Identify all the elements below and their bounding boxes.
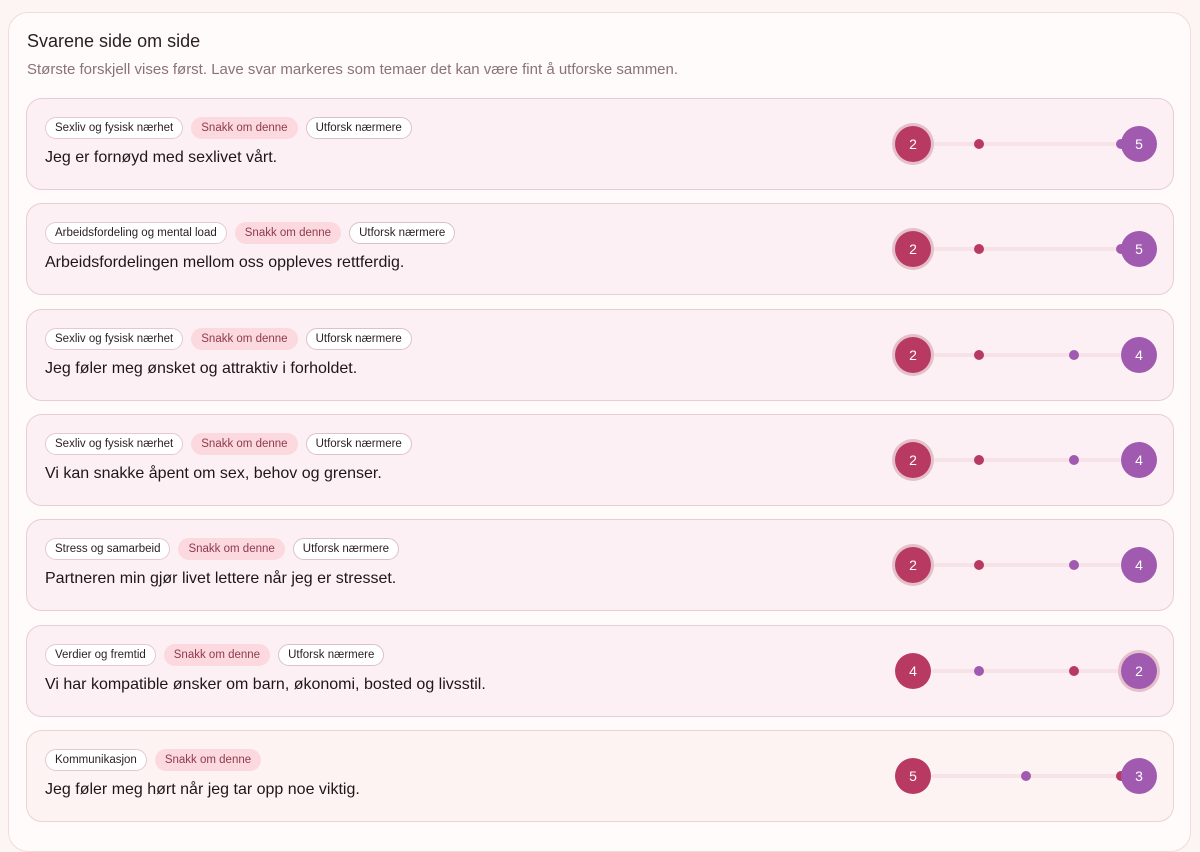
statement-text: Vi har kompatible ønsker om barn, økonom… (45, 675, 486, 693)
tag-row: Kommunikasjon Snakk om denne (45, 748, 262, 771)
partner-b-marker (1021, 770, 1031, 781)
statement-text: Vi kan snakke åpent om sex, behov og gre… (45, 464, 382, 482)
partner-a-marker (973, 349, 984, 360)
page-title: Svarene side om side (27, 31, 201, 51)
partner-a-score: 2 (895, 126, 931, 162)
statement-text: Jeg føler meg hørt når jeg tar opp noe v… (45, 780, 360, 798)
partner-a-score: 2 (895, 547, 931, 584)
answer-scale: 24 (895, 336, 1157, 373)
partner-a-marker (973, 454, 984, 465)
category-tag: Sexliv og fysisk nærhet (45, 327, 184, 350)
scale-track (931, 352, 1121, 357)
category-tag: Kommunikasjon (45, 748, 147, 771)
explore-more-button[interactable]: Utforsk nærmere (305, 432, 412, 455)
category-tag: Arbeidsfordeling og mental load (45, 222, 227, 245)
category-tag: Sexliv og fysisk nærhet (45, 432, 184, 455)
partner-a-score: 2 (895, 336, 931, 373)
partner-a-marker (1068, 665, 1079, 676)
partner-b-score: 2 (1121, 652, 1157, 689)
scale-track (931, 457, 1121, 462)
answer-scale: 25 (895, 126, 1157, 162)
talk-about-tag: Snakk om denne (191, 327, 298, 350)
partner-b-score: 5 (1121, 231, 1157, 268)
partner-b-marker (1068, 454, 1079, 465)
category-tag: Sexliv og fysisk nærhet (45, 117, 184, 139)
scale-track (931, 142, 1121, 146)
talk-about-tag: Snakk om denne (191, 117, 298, 139)
partner-b-score: 5 (1121, 126, 1157, 162)
tag-row: Sexliv og fysisk nærhet Snakk om denne Utf… (45, 432, 412, 455)
tag-row: Arbeidsfordeling og mental load Snakk om … (45, 222, 456, 245)
answer-card: Stress og samarbeid Snakk om denne Utforsk… (26, 519, 1174, 612)
tag-row: Sexliv og fysisk nærhet Snakk om denne Utf… (45, 117, 412, 139)
answer-card: Arbeidsfordeling og mental load Snakk om … (26, 203, 1174, 296)
answer-card: Sexliv og fysisk nærhet Snakk om denne Utf… (26, 413, 1174, 506)
comparison-panel: Svarene side om side Største forskjell v… (8, 12, 1191, 852)
talk-about-tag: Snakk om denne (191, 432, 298, 455)
partner-b-score: 4 (1121, 441, 1157, 478)
answer-scale: 53 (895, 757, 1157, 794)
talk-about-tag: Snakk om denne (154, 748, 262, 771)
answer-card: Verdier og fremtid Snakk om denne Utforsk … (26, 624, 1174, 717)
partner-a-score: 4 (895, 652, 931, 689)
answer-card: Kommunikasjon Snakk om denne Jeg føler meg… (26, 729, 1174, 822)
partner-b-marker (1068, 560, 1079, 571)
answer-card: Sexliv og fysisk nærhet Snakk om denne Utf… (26, 98, 1174, 190)
talk-about-tag: Snakk om denne (178, 538, 285, 561)
category-tag: Stress og samarbeid (45, 538, 171, 561)
answer-scale: 25 (895, 231, 1157, 268)
explore-more-button[interactable]: Utforsk nærmere (278, 643, 385, 666)
partner-b-score: 4 (1121, 547, 1157, 584)
partner-a-marker (973, 244, 984, 255)
partner-b-score: 3 (1121, 757, 1157, 794)
explore-more-button[interactable]: Utforsk nærmere (305, 327, 412, 350)
partner-b-score: 4 (1121, 336, 1157, 373)
partner-b-marker (1068, 349, 1079, 360)
answer-scale: 24 (895, 441, 1157, 478)
page-subtitle: Største forskjell vises først. Lave svar… (27, 61, 679, 78)
statement-text: Arbeidsfordelingen mellom oss oppleves r… (45, 254, 405, 272)
scale-track (931, 247, 1121, 252)
statement-text: Jeg føler meg ønsket og attraktiv i forh… (45, 359, 358, 377)
explore-more-button[interactable]: Utforsk nærmere (305, 117, 412, 139)
partner-a-score: 5 (895, 757, 931, 794)
scale-track (931, 668, 1121, 673)
explore-more-button[interactable]: Utforsk nærmere (292, 538, 400, 561)
category-tag: Verdier og fremtid (45, 643, 156, 666)
tag-row: Verdier og fremtid Snakk om denne Utforsk … (45, 643, 385, 666)
explore-more-button[interactable]: Utforsk nærmere (349, 222, 456, 245)
tag-row: Stress og samarbeid Snakk om denne Utforsk… (45, 538, 400, 561)
talk-about-tag: Snakk om denne (163, 643, 271, 666)
partner-a-score: 2 (895, 231, 931, 268)
tag-row: Sexliv og fysisk nærhet Snakk om denne Utf… (45, 327, 412, 350)
answer-scale: 42 (895, 652, 1157, 689)
scale-track (931, 563, 1121, 568)
partner-a-score: 2 (895, 441, 931, 478)
partner-a-marker (973, 139, 984, 149)
answer-scale: 24 (895, 547, 1157, 584)
statement-text: Partneren min gjør livet lettere når jeg… (45, 570, 397, 588)
talk-about-tag: Snakk om denne (234, 222, 342, 245)
answer-card: Sexliv og fysisk nærhet Snakk om denne Utf… (26, 308, 1174, 401)
partner-a-marker (973, 560, 984, 571)
statement-text: Jeg er fornøyd med sexlivet vårt. (45, 149, 278, 166)
partner-b-marker (973, 665, 984, 676)
